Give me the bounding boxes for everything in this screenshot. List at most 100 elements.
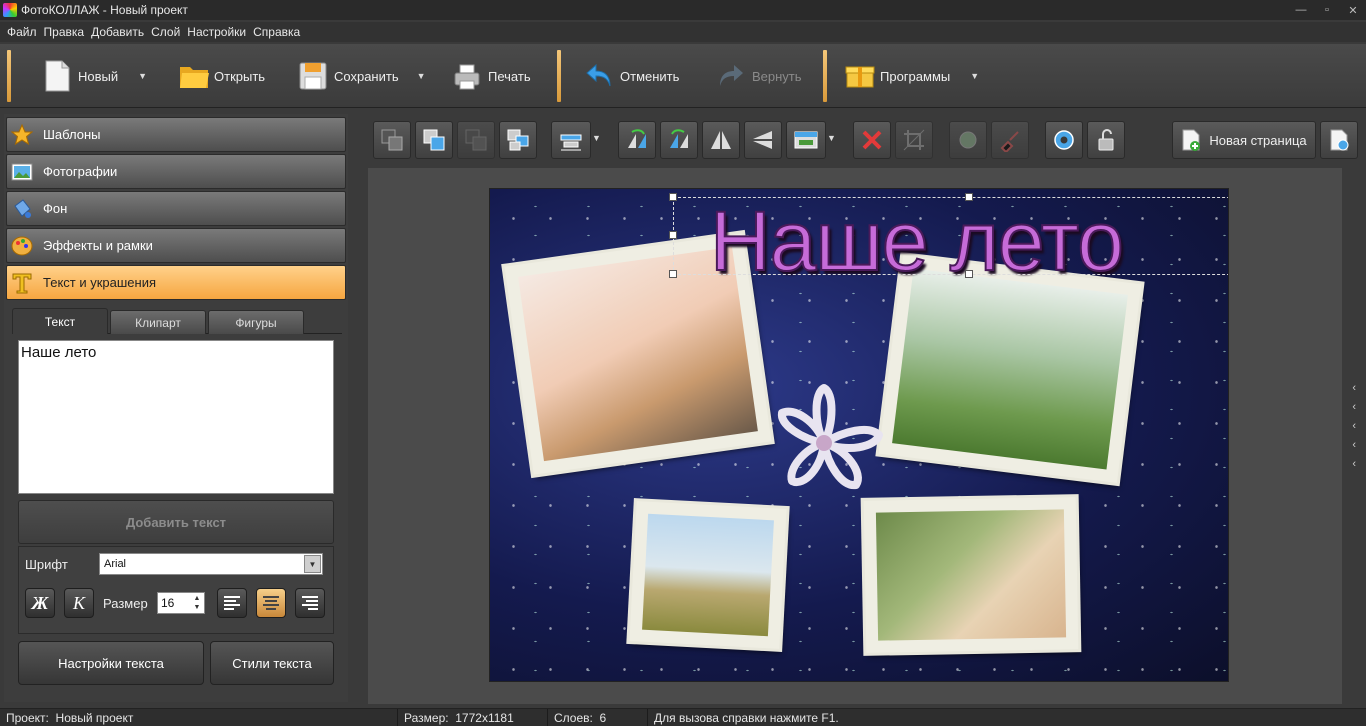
size-value: 1772x1181 [455,710,514,725]
chevron-left-icon[interactable]: ‹ [1352,401,1356,414]
section-templates[interactable]: Шаблоны [6,117,346,152]
redo-button[interactable]: Вернуть [716,50,802,102]
send-backward-button[interactable] [457,121,495,159]
photo-stamp-field-girl[interactable] [629,501,787,649]
text-styles-button[interactable]: Стили текста [210,641,334,685]
align-right-button[interactable] [295,588,325,618]
menu-edit[interactable]: Правка [44,25,85,39]
undo-icon [584,59,614,93]
minimize-button[interactable]: — [1288,0,1314,20]
collage-canvas[interactable]: Наше лето [489,188,1229,682]
properties-button[interactable] [1045,121,1083,159]
resize-handle[interactable] [669,270,677,278]
send-to-back-button[interactable] [373,121,411,159]
flip-vertical-icon [753,131,772,149]
menu-settings[interactable]: Настройки [187,25,246,39]
align-dropdown-icon[interactable]: ▼ [592,133,601,143]
align-button[interactable] [551,121,591,159]
tab-shapes[interactable]: Фигуры [208,310,304,334]
bring-forward-button[interactable] [499,121,537,159]
new-dropdown-icon[interactable]: ▼ [138,71,147,81]
flip-vertical-button[interactable] [744,121,782,159]
print-button[interactable]: Печать [452,50,531,102]
flower-clipart[interactable] [752,383,896,519]
close-button[interactable]: ✕ [1340,0,1366,20]
gift-box-icon [844,59,875,93]
color-effects-button[interactable] [949,121,987,159]
side-collapse-arrows[interactable]: ‹ ‹ ‹ ‹ ‹ [1352,382,1356,471]
text-input-area[interactable]: Наше лето [18,340,334,494]
undo-button[interactable]: Отменить [584,50,679,102]
section-background[interactable]: Фон [6,191,346,226]
programs-button[interactable]: Программы ▼ [844,50,979,102]
menu-add[interactable]: Добавить [91,25,144,39]
text-selection-box[interactable] [673,197,1228,275]
app-window: ФотоКОЛЛАЖ - Новый проект — ▫ ✕ Файл Пра… [0,0,1366,726]
chevron-down-icon[interactable]: ▼ [304,555,321,573]
resize-handle[interactable] [965,193,973,201]
section-label: Фон [43,201,68,216]
save-button[interactable]: Сохранить ▼ [298,50,426,102]
new-page-button[interactable]: Новая страница [1172,121,1316,159]
italic-button[interactable]: К [64,588,94,618]
open-button[interactable]: Открыть [178,50,265,102]
menu-file[interactable]: Файл [7,25,37,39]
rotate-left-button[interactable] [618,121,656,159]
chevron-left-icon[interactable]: ‹ [1352,420,1356,433]
lock-button[interactable] [1087,121,1125,159]
flip-horizontal-icon [711,131,731,149]
chevron-left-icon[interactable]: ‹ [1352,382,1356,395]
stepper-arrows-icon[interactable]: ▲ ▼ [190,593,204,613]
text-settings-button[interactable]: Настройки текста [18,641,204,685]
floppy-icon [298,59,328,93]
crop-button[interactable] [895,121,933,159]
new-page-icon [1182,129,1201,151]
delete-button[interactable] [853,121,891,159]
page-settings-button[interactable] [1320,121,1358,159]
font-label: Шрифт [25,557,68,572]
resize-handle[interactable] [965,270,973,278]
add-text-button[interactable]: Добавить текст [18,500,334,544]
fit-dropdown-icon[interactable]: ▼ [827,133,836,143]
programs-dropdown-icon[interactable]: ▼ [970,71,979,81]
paint-bucket-icon [11,198,33,220]
tab-clipart[interactable]: Клипарт [110,310,206,334]
photo-girl-field [642,513,774,637]
resize-handle[interactable] [669,231,677,239]
palette-icon [11,235,33,257]
chevron-left-icon[interactable]: ‹ [1352,458,1356,471]
bold-button[interactable]: Ж [25,588,55,618]
section-text-decorations[interactable]: Текст и украшения [6,265,346,300]
status-layers: Слоев: 6 [548,708,648,726]
section-label: Шаблоны [43,127,101,142]
menu-bar: Файл Правка Добавить Слой Настройки Спра… [0,22,1366,42]
section-photos[interactable]: Фотографии [6,154,346,189]
section-label: Эффекты и рамки [43,238,153,253]
section-effects-frames[interactable]: Эффекты и рамки [6,228,346,263]
maximize-button[interactable]: ▫ [1314,0,1340,20]
rotate-right-button[interactable] [660,121,698,159]
brush-button[interactable] [991,121,1029,159]
save-dropdown-icon[interactable]: ▼ [417,71,426,81]
open-label: Открыть [214,68,266,84]
fit-size-button[interactable] [786,121,826,159]
font-size-stepper[interactable]: 16 ▲ ▼ [157,592,205,614]
menu-help[interactable]: Справка [253,25,300,39]
flip-horizontal-button[interactable] [702,121,740,159]
align-center-button[interactable] [256,588,286,618]
tab-text[interactable]: Текст [12,308,108,334]
font-select[interactable]: Arial ▼ [99,553,323,575]
resize-handle[interactable] [669,193,677,201]
tab-label: Текст [44,314,76,329]
section-label: Фотографии [43,164,118,179]
size-value: 16 [161,596,175,610]
bring-to-front-button[interactable] [415,121,453,159]
menu-layer[interactable]: Слой [151,25,180,39]
new-button[interactable]: Новый ▼ [42,50,147,102]
photo-stamp-camera-girl[interactable] [863,497,1079,653]
title-bar: ФотоКОЛЛАЖ - Новый проект — ▫ ✕ [0,0,1366,20]
align-left-button[interactable] [217,588,247,618]
save-label: Сохранить [334,68,399,84]
chevron-left-icon[interactable]: ‹ [1352,439,1356,452]
brush-icon [1000,131,1019,152]
